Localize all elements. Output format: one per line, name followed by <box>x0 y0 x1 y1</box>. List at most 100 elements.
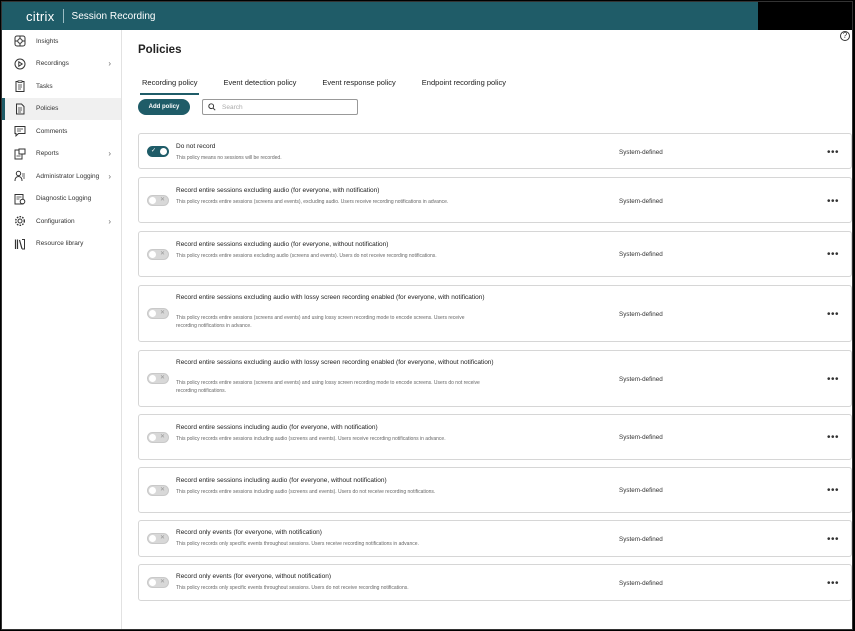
sidebar-item-label: Insights <box>36 37 59 45</box>
toggle-knob <box>149 197 156 204</box>
sidebar-item-label: Policies <box>36 105 59 113</box>
x-icon: ✕ <box>159 579 165 585</box>
policy-description: This policy records entire sessions incl… <box>176 436 446 442</box>
header-black-area <box>758 2 852 30</box>
policy-name: Record entire sessions excluding audio w… <box>176 359 494 366</box>
x-icon: ✕ <box>159 197 165 203</box>
policy-description: This policy records entire sessions (scr… <box>176 199 449 205</box>
search-box <box>202 99 358 115</box>
toggle-knob <box>149 535 156 542</box>
policy-description: This policy means no sessions will be re… <box>176 155 282 161</box>
app-window: citrix Session Recording ? Insights Reco… <box>1 1 853 630</box>
check-icon: ✓ <box>151 148 157 154</box>
sidebar-item-label: Resource library <box>36 240 84 248</box>
chevron-right-icon: › <box>108 59 111 69</box>
more-options-icon[interactable]: ••• <box>827 535 839 545</box>
sidebar-item-resource-library[interactable]: Resource library <box>2 233 121 256</box>
policy-description: This policy records only specific events… <box>176 541 419 547</box>
admin-logging-icon <box>14 170 26 182</box>
more-options-icon[interactable]: ••• <box>827 250 839 260</box>
tab-endpoint-recording-policy[interactable]: Endpoint recording policy <box>420 76 508 95</box>
x-icon: ✕ <box>159 487 165 493</box>
toggle-knob <box>149 579 156 586</box>
policy-type: System-defined <box>619 487 663 494</box>
policy-card: ✕ Record entire sessions excluding audio… <box>138 231 852 277</box>
policy-name: Record entire sessions excluding audio w… <box>176 294 485 301</box>
policy-name: Record entire sessions including audio (… <box>176 477 387 484</box>
more-options-icon[interactable]: ••• <box>827 310 839 320</box>
sidebar-item-insights[interactable]: Insights <box>2 30 121 53</box>
sidebar-item-administrator-logging[interactable]: Administrator Logging › <box>2 165 121 188</box>
sidebar-item-configuration[interactable]: Configuration › <box>2 210 121 233</box>
search-input[interactable] <box>222 103 352 111</box>
policy-toggle[interactable]: ✕ <box>147 432 169 443</box>
toggle-knob <box>149 487 156 494</box>
x-icon: ✕ <box>159 434 165 440</box>
tab-event-response-policy[interactable]: Event response policy <box>320 76 397 95</box>
sidebar: Insights Recordings › Tasks Policies Com… <box>2 30 122 629</box>
sidebar-item-label: Administrator Logging <box>36 172 100 180</box>
sidebar-item-label: Recordings <box>36 60 69 68</box>
toggle-knob <box>149 434 156 441</box>
policy-type: System-defined <box>619 580 663 587</box>
comments-icon <box>14 125 26 138</box>
sidebar-item-label: Tasks <box>36 82 53 90</box>
policy-name: Record entire sessions including audio (… <box>176 424 378 431</box>
policy-description: This policy records entire sessions excl… <box>176 253 437 259</box>
tab-event-detection-policy[interactable]: Event detection policy <box>221 76 298 95</box>
sidebar-item-policies[interactable]: Policies <box>2 97 121 120</box>
configuration-icon <box>14 215 26 227</box>
chevron-right-icon: › <box>108 149 111 159</box>
toggle-knob <box>160 148 167 155</box>
policy-name: Record entire sessions excluding audio (… <box>176 241 389 248</box>
more-options-icon[interactable]: ••• <box>827 148 839 158</box>
policy-toggle[interactable]: ✕ <box>147 373 169 384</box>
policy-name: Do not record <box>176 143 216 150</box>
policy-description: This policy records entire sessions (scr… <box>176 380 480 394</box>
policy-toggle[interactable]: ✕ <box>147 308 169 319</box>
policy-toggle[interactable]: ✓ <box>147 146 169 157</box>
policy-type: System-defined <box>619 434 663 441</box>
policy-toggle[interactable]: ✕ <box>147 485 169 496</box>
more-options-icon[interactable]: ••• <box>827 375 839 385</box>
policy-type: System-defined <box>619 376 663 383</box>
more-options-icon[interactable]: ••• <box>827 197 839 207</box>
product-name: Session Recording <box>71 10 156 22</box>
sidebar-item-recordings[interactable]: Recordings › <box>2 53 121 76</box>
x-icon: ✕ <box>159 535 165 541</box>
policy-toggle[interactable]: ✕ <box>147 249 169 260</box>
chevron-right-icon: › <box>108 216 111 226</box>
policy-type: System-defined <box>619 251 663 258</box>
more-options-icon[interactable]: ••• <box>827 486 839 496</box>
reports-icon <box>14 148 26 160</box>
policy-name: Record only events (for everyone, withou… <box>176 573 331 580</box>
main-content: Policies Recording policy Event detectio… <box>123 30 852 629</box>
policy-toggle[interactable]: ✕ <box>147 577 169 588</box>
x-icon: ✕ <box>159 310 165 316</box>
sidebar-item-comments[interactable]: Comments <box>2 120 121 143</box>
sidebar-item-tasks[interactable]: Tasks <box>2 75 121 98</box>
policy-card: ✕ Record only events (for everyone, with… <box>138 564 852 601</box>
policies-icon <box>14 103 26 115</box>
toggle-knob <box>149 251 156 258</box>
policy-card: ✕ Record entire sessions excluding audio… <box>138 177 852 223</box>
diagnostic-logging-icon <box>14 193 26 205</box>
insights-icon <box>14 35 26 47</box>
more-options-icon[interactable]: ••• <box>827 579 839 589</box>
sidebar-item-reports[interactable]: Reports › <box>2 143 121 166</box>
sidebar-item-diagnostic-logging[interactable]: Diagnostic Logging <box>2 188 121 211</box>
policy-name: Record entire sessions excluding audio (… <box>176 187 380 194</box>
add-policy-button[interactable]: Add policy <box>138 99 190 115</box>
page-title: Policies <box>138 44 182 56</box>
policy-type: System-defined <box>619 311 663 318</box>
policy-type: System-defined <box>619 198 663 205</box>
toggle-knob <box>149 310 156 317</box>
tasks-icon <box>14 80 26 93</box>
policy-toggle[interactable]: ✕ <box>147 195 169 206</box>
policy-type: System-defined <box>619 149 663 156</box>
sidebar-item-label: Configuration <box>36 217 75 225</box>
policy-toggle[interactable]: ✕ <box>147 533 169 544</box>
policy-card: ✕ Record entire sessions including audio… <box>138 467 852 513</box>
more-options-icon[interactable]: ••• <box>827 433 839 443</box>
tab-recording-policy[interactable]: Recording policy <box>140 76 200 95</box>
